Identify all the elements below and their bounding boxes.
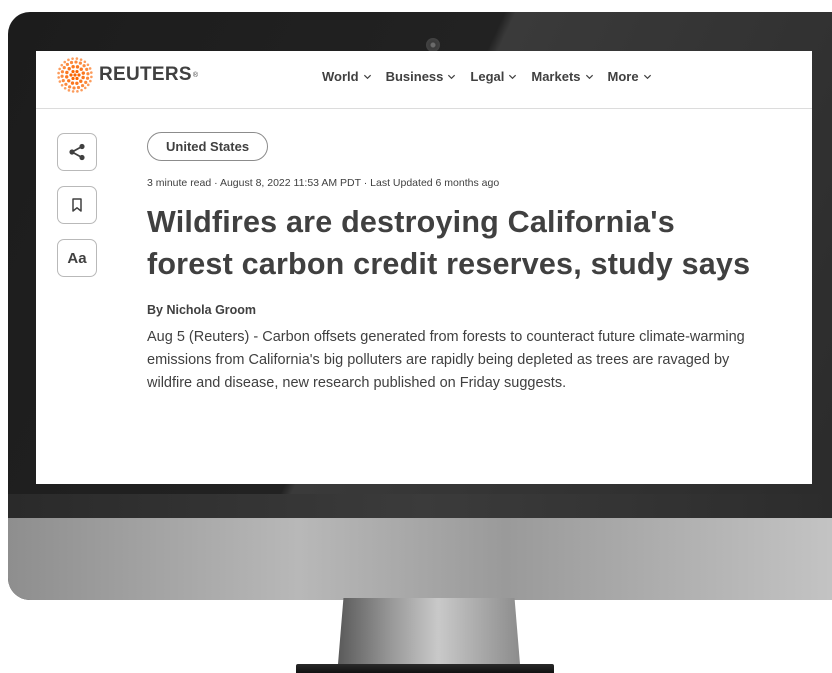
brand-name: REUTERS [99,64,192,85]
chevron-down-icon [643,74,651,80]
article-headline: Wildfires are destroying California's fo… [147,205,751,281]
monitor-chin [8,518,832,600]
chevron-down-icon [509,74,517,80]
article-tools: Aa [57,133,97,277]
share-button[interactable] [57,133,97,171]
nav-item-world[interactable]: World [322,69,372,84]
nav-item-markets[interactable]: Markets [531,69,593,84]
registered-mark: ® [192,71,199,79]
nav-item-more[interactable]: More [608,69,652,84]
share-icon [69,143,85,161]
nav-item-label: Legal [470,69,505,84]
nav-menu: World Business Legal Markets More [322,69,652,84]
bookmark-icon [72,198,82,212]
nav-item-business[interactable]: Business [386,69,457,84]
nav-item-label: World [322,69,359,84]
nav-item-label: More [607,69,639,84]
reuters-dots-icon [57,57,93,93]
topic-tag[interactable]: United States [147,132,269,161]
browser-screen: REUTERS ® World Business Legal Markets Mo… [36,51,812,484]
article-meta: 3 minute read · August 8, 2022 11:53 AM … [147,177,500,189]
chevron-down-icon [363,74,371,80]
chevron-down-icon [448,74,456,80]
nav-item-label: Business [385,69,444,84]
font-size-label: Aa [67,249,87,267]
monitor-bezel [8,494,832,518]
webcam [426,38,440,52]
nav-item-legal[interactable]: Legal [470,69,517,84]
monitor-stand-base [296,664,554,673]
article-body: Aug 5 (Reuters) - Carbon offsets generat… [147,329,745,391]
reuters-logo[interactable]: REUTERS ® [57,57,198,93]
nav-item-label: Markets [531,69,581,84]
article: United States 3 minute read · August 8, … [147,132,767,395]
chevron-down-icon [585,74,593,80]
article-byline[interactable]: By Nichola Groom [147,303,767,317]
font-size-button[interactable]: Aa [57,239,97,277]
monitor-stand [338,598,520,664]
top-navigation: REUTERS ® World Business Legal Markets Mo… [36,51,812,109]
bookmark-button[interactable] [57,186,97,224]
